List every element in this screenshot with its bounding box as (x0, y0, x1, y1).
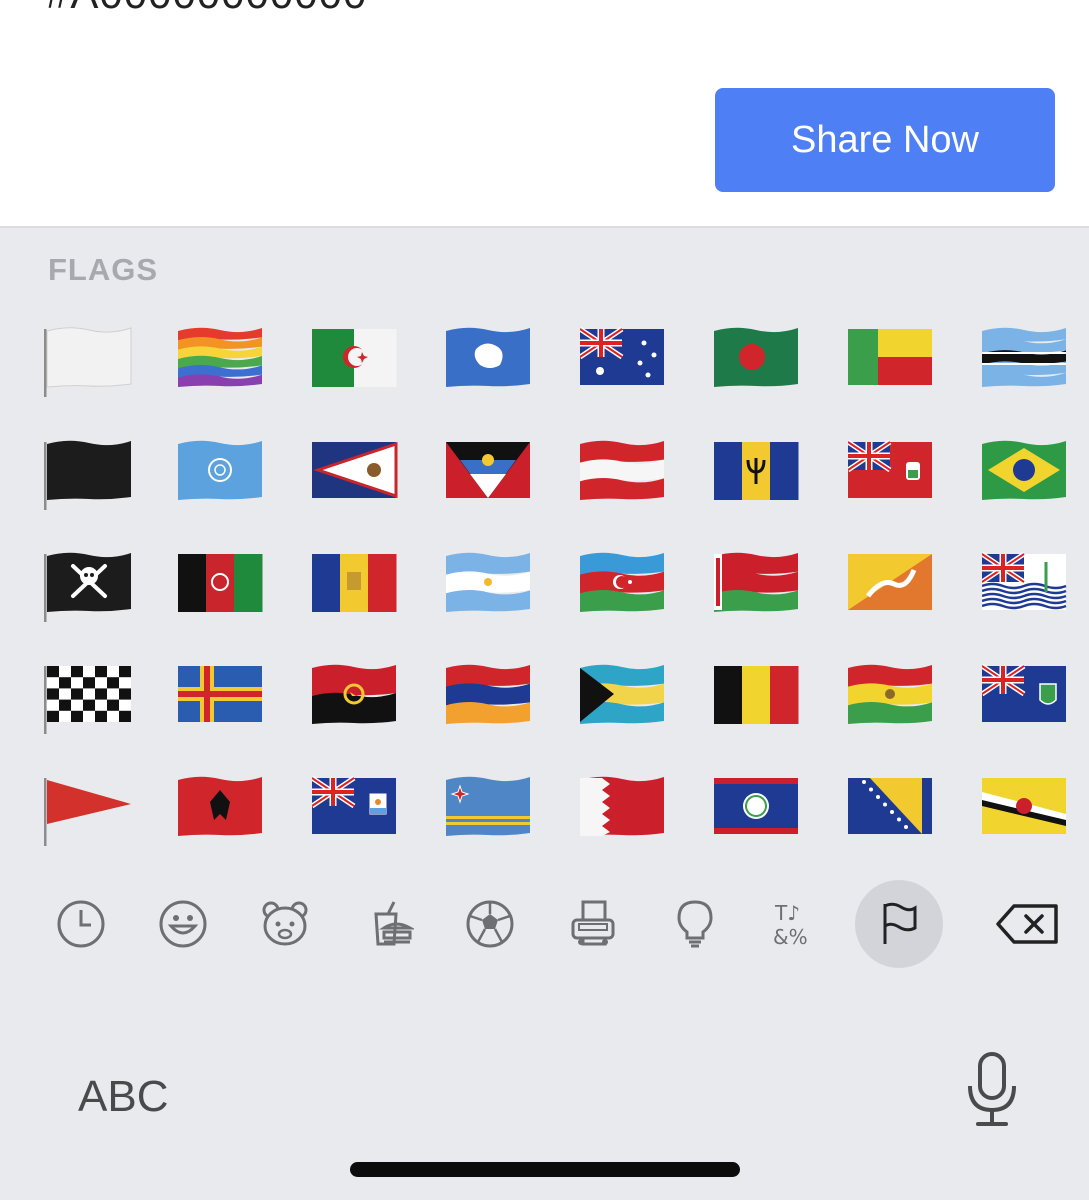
bolivia-flag[interactable] (848, 664, 938, 736)
australia-flag[interactable] (580, 327, 670, 399)
austria-flag[interactable] (580, 440, 670, 512)
argentina-flag[interactable] (446, 552, 536, 624)
angola-flag[interactable] (312, 664, 402, 736)
antarctica-flag[interactable] (446, 327, 536, 399)
benin-flag[interactable] (848, 327, 938, 399)
algeria-flag[interactable] (312, 327, 402, 399)
pirate-flag[interactable] (44, 552, 134, 624)
afghanistan-flag[interactable] (178, 552, 268, 624)
recents-icon[interactable] (37, 880, 125, 968)
symbols-icon[interactable]: T♪ &% (753, 880, 841, 968)
home-indicator (350, 1162, 740, 1177)
svg-text:T♪: T♪ (774, 901, 800, 925)
barbados-flag[interactable] (714, 440, 804, 512)
category-bar: T♪ &% (0, 880, 1089, 970)
botswana-flag[interactable] (982, 327, 1072, 399)
aruba-flag[interactable] (446, 776, 536, 848)
food-icon[interactable] (344, 880, 432, 968)
microphone-icon[interactable] (964, 1050, 1020, 1130)
armenia-flag[interactable] (446, 664, 536, 736)
belize-flag[interactable] (714, 776, 804, 848)
bosnia-herzegovina-flag[interactable] (848, 776, 938, 848)
abc-key[interactable]: ABC (78, 1072, 168, 1122)
azerbaijan-flag[interactable] (580, 552, 670, 624)
belgium-flag[interactable] (714, 664, 804, 736)
bahamas-flag[interactable] (580, 664, 670, 736)
aland-islands-flag[interactable] (178, 664, 268, 736)
flags-icon[interactable] (855, 880, 943, 968)
british-indian-ocean-territory-flag[interactable] (982, 552, 1072, 624)
brazil-flag[interactable] (982, 440, 1072, 512)
american-samoa-flag[interactable] (312, 440, 402, 512)
brunei-flag[interactable] (982, 776, 1072, 848)
british-virgin-islands-flag[interactable] (982, 664, 1072, 736)
albania-flag[interactable] (178, 776, 268, 848)
antigua-barbuda-flag[interactable] (446, 440, 536, 512)
activity-icon[interactable] (446, 880, 534, 968)
bermuda-flag[interactable] (848, 440, 938, 512)
white-flag[interactable] (44, 327, 134, 399)
animals-icon[interactable] (241, 880, 329, 968)
bangladesh-flag[interactable] (714, 327, 804, 399)
emoji-grid (0, 0, 1089, 860)
united-nations-flag[interactable] (178, 440, 268, 512)
andorra-flag[interactable] (312, 552, 402, 624)
anguilla-flag[interactable] (312, 776, 402, 848)
delete-icon[interactable] (985, 880, 1073, 968)
objects-icon[interactable] (651, 880, 739, 968)
travel-icon[interactable] (549, 880, 637, 968)
rainbow-flag[interactable] (178, 327, 268, 399)
belarus-flag[interactable] (714, 552, 804, 624)
svg-text:&%: &% (773, 925, 808, 949)
chequered-flag[interactable] (44, 664, 134, 736)
smileys-icon[interactable] (139, 880, 227, 968)
triangular-flag[interactable] (44, 776, 134, 848)
black-flag[interactable] (44, 440, 134, 512)
bahrain-flag[interactable] (580, 776, 670, 848)
bhutan-flag[interactable] (848, 552, 938, 624)
